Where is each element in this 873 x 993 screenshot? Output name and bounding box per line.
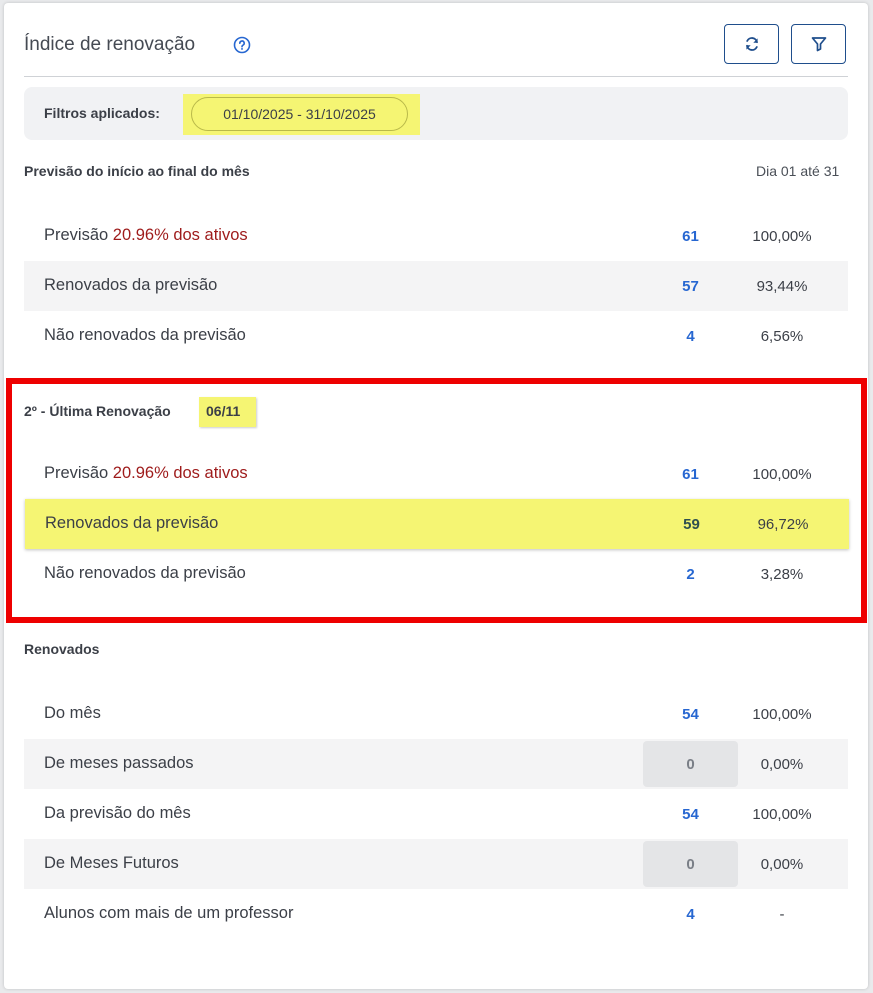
row-label: Previsão 20.96% dos ativos — [44, 226, 248, 244]
row-label: Renovados da previsão — [44, 276, 218, 294]
row-label: Renovados da previsão — [45, 514, 219, 532]
row-percent: 0,00% — [760, 755, 804, 773]
multi-teacher-row: Alunos com mais de um professor 4 - — [24, 889, 848, 939]
renewed-future-months-row: De Meses Futuros 0 0,00% — [24, 839, 848, 889]
forecast-not-renewed-row: Não renovados da previsão 4 6,56% — [24, 311, 848, 361]
last-renewal-not-renewed-row: Não renovados da previsão 2 3,28% — [24, 549, 848, 599]
row-value[interactable]: 4 — [643, 889, 738, 939]
forecast-row: Previsão 20.96% dos ativos 61 100,00% — [24, 211, 848, 261]
row-label: Não renovados da previsão — [44, 326, 246, 344]
row-percent: 100,00% — [752, 705, 812, 723]
row-value[interactable]: 2 — [643, 549, 738, 599]
applied-filters-label: Filtros aplicados: — [44, 105, 160, 121]
row-percent: 0,00% — [760, 855, 804, 873]
row-label: Da previsão do mês — [44, 804, 191, 822]
row-label: Não renovados da previsão — [44, 564, 246, 582]
last-renewal-title: 2º - Última Renovação — [24, 403, 171, 419]
row-value[interactable]: 54 — [643, 689, 738, 739]
row-value[interactable]: 59 — [644, 499, 739, 549]
row-label: Do mês — [44, 704, 101, 722]
row-value[interactable]: 57 — [643, 261, 738, 311]
row-value: 0 — [643, 841, 738, 887]
row-value[interactable]: 61 — [643, 449, 738, 499]
row-value[interactable]: 4 — [643, 311, 738, 361]
refresh-button[interactable] — [724, 24, 779, 64]
renewed-month-row: Do mês 54 100,00% — [24, 689, 848, 739]
card-title: Índice de renovação — [24, 34, 196, 55]
refresh-icon — [745, 37, 758, 51]
row-label: Previsão 20.96% dos ativos — [44, 464, 248, 482]
last-renewal-date: 06/11 — [206, 403, 241, 419]
row-value[interactable]: 54 — [643, 789, 738, 839]
row-percent: 93,44% — [756, 277, 808, 295]
row-percent: 3,28% — [760, 565, 804, 583]
row-label: Alunos com mais de um professor — [44, 904, 294, 922]
forecast-day-range: Dia 01 até 31 — [756, 163, 840, 179]
row-value: 0 — [643, 741, 738, 787]
row-percent: - — [779, 905, 785, 923]
forecast-section-title: Previsão do início ao final do mês — [24, 163, 250, 179]
funnel-icon — [811, 37, 826, 52]
renewal-index-card: Índice de renovação Filtros aplicados: 0… — [4, 3, 868, 989]
renewed-forecast-row: Da previsão do mês 54 100,00% — [24, 789, 848, 839]
help-icon[interactable] — [233, 36, 251, 54]
header-divider — [24, 76, 848, 77]
forecast-renewed-row: Renovados da previsão 57 93,44% — [24, 261, 848, 311]
last-renewal-renewed-row: Renovados da previsão 59 96,72% — [25, 499, 849, 549]
date-range-chip[interactable]: 01/10/2025 - 31/10/2025 — [191, 97, 408, 131]
filter-button[interactable] — [791, 24, 846, 64]
row-label: De Meses Futuros — [44, 854, 179, 872]
renewed-section-title: Renovados — [24, 641, 100, 657]
row-label: De meses passados — [44, 754, 194, 772]
row-percent: 100,00% — [752, 227, 812, 245]
renewed-past-months-row: De meses passados 0 0,00% — [24, 739, 848, 789]
row-percent: 100,00% — [752, 805, 812, 823]
row-value[interactable]: 61 — [643, 211, 738, 261]
last-renewal-forecast-row: Previsão 20.96% dos ativos 61 100,00% — [24, 449, 848, 499]
row-percent: 100,00% — [752, 465, 812, 483]
row-percent: 6,56% — [760, 327, 804, 345]
row-percent: 96,72% — [757, 515, 809, 533]
